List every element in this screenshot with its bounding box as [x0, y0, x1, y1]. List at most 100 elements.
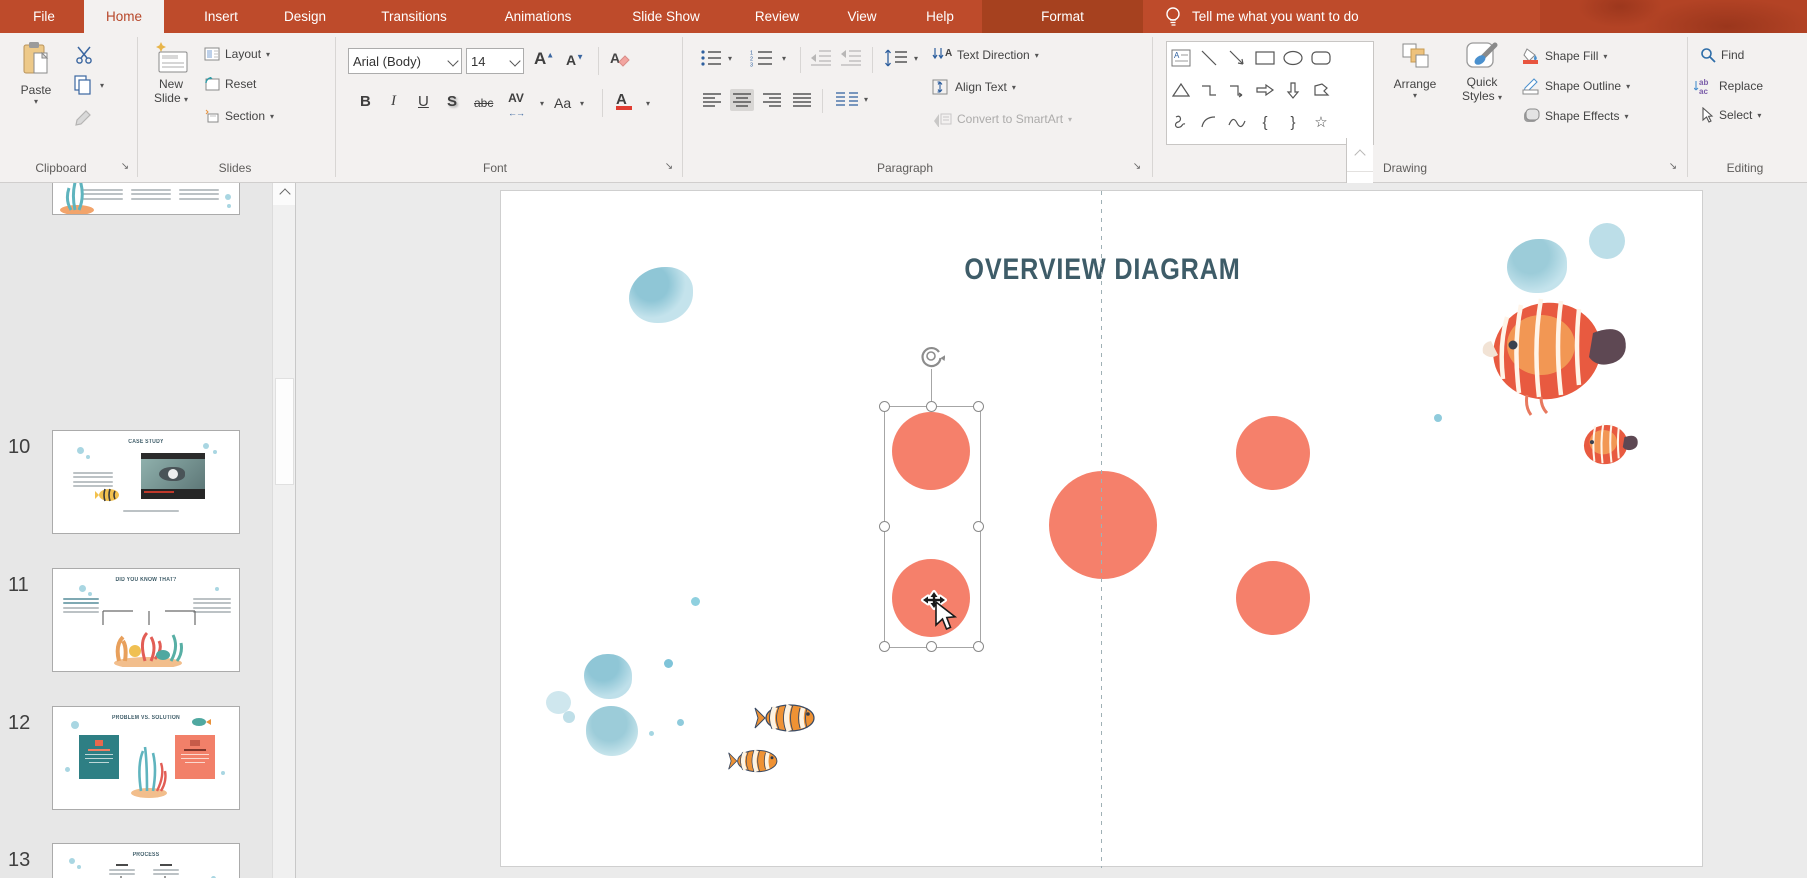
- resize-handle-s[interactable]: [926, 641, 937, 652]
- paste-button[interactable]: Paste ▾: [10, 41, 62, 106]
- slide-thumbnail-13[interactable]: PROCESS: [52, 843, 240, 878]
- shape-arrow[interactable]: [1223, 42, 1251, 74]
- replace-button[interactable]: ab ac Replace: [1694, 77, 1763, 95]
- bullets-dropdown[interactable]: ▾: [728, 54, 732, 63]
- bold-button[interactable]: B: [360, 93, 371, 110]
- resize-handle-ne[interactable]: [973, 401, 984, 412]
- shape-fill-button[interactable]: Shape Fill▾: [1522, 47, 1607, 65]
- resize-handle-w[interactable]: [879, 521, 890, 532]
- tab-insert[interactable]: Insert: [192, 0, 250, 33]
- font-color-button[interactable]: A: [616, 91, 632, 110]
- shape-scribble[interactable]: [1167, 106, 1195, 138]
- columns-dropdown[interactable]: ▾: [864, 95, 868, 104]
- shape-textbox[interactable]: A: [1167, 42, 1195, 74]
- panel-scrollbar-up-button[interactable]: [273, 183, 296, 205]
- shape-star[interactable]: ☆: [1307, 106, 1335, 138]
- character-spacing-dropdown[interactable]: ▾: [540, 99, 544, 108]
- diagram-circle-center[interactable]: [1049, 471, 1157, 579]
- shape-left-brace[interactable]: {: [1251, 106, 1279, 138]
- grow-font-button[interactable]: A▲: [534, 49, 554, 69]
- shape-rectangle[interactable]: [1251, 42, 1279, 74]
- resize-handle-n[interactable]: [926, 401, 937, 412]
- tab-design[interactable]: Design: [272, 0, 338, 33]
- new-slide-button[interactable]: New Slide ▾: [145, 41, 197, 105]
- tab-home[interactable]: Home: [84, 0, 164, 33]
- align-text-button[interactable]: Align Text▾: [932, 79, 1016, 95]
- resize-handle-e[interactable]: [973, 521, 984, 532]
- numbering-icon[interactable]: 1 2 3: [750, 49, 774, 67]
- slide-thumbnail-11[interactable]: DID YOU KNOW THAT?: [52, 568, 240, 672]
- find-button[interactable]: Find: [1700, 47, 1744, 63]
- slide-thumbnail-10[interactable]: CASE STUDY: [52, 430, 240, 534]
- character-spacing-button[interactable]: AV←→: [508, 91, 524, 119]
- resize-handle-se[interactable]: [973, 641, 984, 652]
- reset-button[interactable]: Reset: [204, 77, 256, 91]
- tell-me-box[interactable]: Tell me what you want to do: [1192, 0, 1442, 33]
- slide-thumbnail-partial[interactable]: [52, 183, 240, 215]
- tab-help[interactable]: Help: [916, 0, 964, 33]
- columns-icon[interactable]: [836, 91, 858, 107]
- increase-indent-icon[interactable]: [840, 49, 862, 67]
- tab-review[interactable]: Review: [744, 0, 810, 33]
- section-button[interactable]: Section▾: [204, 109, 274, 123]
- slide-editing-surface[interactable]: OVERVIEW DIAGRAM: [500, 190, 1703, 867]
- align-right-button[interactable]: [760, 89, 784, 111]
- cut-icon[interactable]: [74, 45, 94, 65]
- shape-oval[interactable]: [1279, 42, 1307, 74]
- arrange-button[interactable]: Arrange ▾: [1386, 41, 1444, 100]
- line-spacing-dropdown[interactable]: ▾: [914, 54, 918, 63]
- shrink-font-button[interactable]: A▼: [566, 52, 584, 68]
- tab-slideshow[interactable]: Slide Show: [618, 0, 714, 33]
- slide-thumbnail-12[interactable]: PROBLEM VS. SOLUTION: [52, 706, 240, 810]
- numbering-dropdown[interactable]: ▾: [782, 54, 786, 63]
- align-left-button[interactable]: [700, 89, 724, 111]
- text-direction-button[interactable]: A Text Direction▾: [932, 47, 1039, 63]
- align-center-button[interactable]: [730, 89, 754, 111]
- font-dialog-launcher[interactable]: ↘: [662, 160, 676, 174]
- shape-triangle[interactable]: [1167, 74, 1195, 106]
- change-case-dropdown[interactable]: ▾: [580, 99, 584, 108]
- font-name-combo[interactable]: Arial (Body): [348, 48, 462, 74]
- shape-curve[interactable]: [1223, 106, 1251, 138]
- diagram-circle-right-top[interactable]: [1236, 416, 1310, 490]
- resize-handle-nw[interactable]: [879, 401, 890, 412]
- paste-dropdown-arrow[interactable]: ▾: [34, 97, 38, 106]
- panel-scrollbar[interactable]: [272, 183, 295, 878]
- quick-styles-button[interactable]: Quick Styles ▾: [1452, 41, 1512, 103]
- shape-line[interactable]: [1195, 42, 1223, 74]
- format-painter-icon[interactable]: [74, 107, 94, 127]
- drawing-dialog-launcher[interactable]: ↘: [1666, 160, 1680, 174]
- shape-right-brace[interactable]: }: [1279, 106, 1307, 138]
- diagram-circle-right-bottom[interactable]: [1236, 561, 1310, 635]
- shape-arc[interactable]: [1195, 106, 1223, 138]
- copy-icon[interactable]: [74, 75, 92, 95]
- shape-right-arrow[interactable]: [1251, 74, 1279, 106]
- shape-rounded-rectangle[interactable]: [1307, 42, 1335, 74]
- tab-view[interactable]: View: [838, 0, 886, 33]
- layout-button[interactable]: Layout▾: [204, 47, 270, 61]
- rotation-handle-icon[interactable]: [918, 343, 945, 370]
- shape-effects-button[interactable]: Shape Effects▾: [1522, 107, 1629, 125]
- copy-dropdown-arrow[interactable]: ▾: [100, 81, 104, 90]
- tab-animations[interactable]: Animations: [488, 0, 588, 33]
- convert-smartart-button[interactable]: Convert to SmartArt▾: [932, 111, 1072, 127]
- shape-elbow-connector[interactable]: [1195, 74, 1223, 106]
- change-case-button[interactable]: Aa: [554, 95, 571, 111]
- shape-outline-button[interactable]: Shape Outline▾: [1522, 77, 1630, 95]
- shape-elbow-arrow-connector[interactable]: [1223, 74, 1251, 106]
- line-spacing-icon[interactable]: [884, 48, 908, 68]
- bullets-icon[interactable]: [700, 49, 722, 67]
- select-button[interactable]: Select▾: [1700, 107, 1761, 123]
- font-color-dropdown[interactable]: ▾: [646, 99, 650, 108]
- resize-handle-sw[interactable]: [879, 641, 890, 652]
- clipboard-dialog-launcher[interactable]: ↘: [118, 160, 132, 174]
- tab-file[interactable]: File: [22, 0, 66, 33]
- tab-transitions[interactable]: Transitions: [366, 0, 462, 33]
- italic-button[interactable]: I: [391, 93, 396, 110]
- panel-scrollbar-thumb[interactable]: [275, 378, 294, 485]
- slide-title[interactable]: OVERVIEW DIAGRAM: [597, 253, 1608, 287]
- decrease-indent-icon[interactable]: [810, 49, 832, 67]
- text-shadow-button[interactable]: S: [447, 93, 457, 110]
- shape-freeform[interactable]: [1307, 74, 1335, 106]
- font-size-combo[interactable]: 14: [466, 48, 524, 74]
